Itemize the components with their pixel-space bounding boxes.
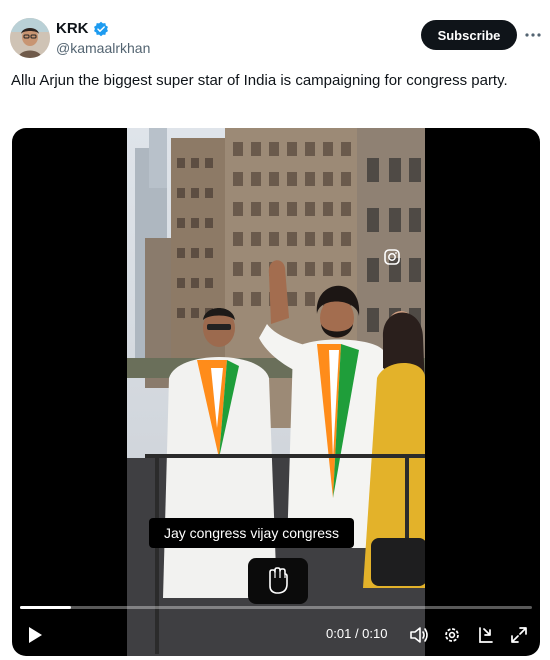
- tweet-header: KRK @kamaalrkhan Subscribe: [10, 16, 541, 60]
- fist-sticker-icon: [248, 558, 308, 604]
- progress-fill: [20, 606, 72, 609]
- more-icon[interactable]: [522, 24, 544, 46]
- fullscreen-icon[interactable]: [508, 624, 530, 646]
- play-icon[interactable]: [24, 624, 46, 646]
- current-time: 0:01: [326, 626, 352, 641]
- progress-bar[interactable]: [20, 606, 532, 609]
- avatar[interactable]: [10, 18, 50, 58]
- video-controls: 0:01 / 0:10: [12, 618, 540, 652]
- download-icon[interactable]: [475, 624, 497, 646]
- video-player[interactable]: Jay congress vijay congress 0:01 / 0:10: [12, 128, 540, 656]
- time-display: 0:01 / 0:10: [326, 626, 387, 641]
- tweet-text: Allu Arjun the biggest super star of Ind…: [11, 72, 508, 89]
- duration: 0:10: [362, 626, 388, 641]
- tweet-card[interactable]: KRK @kamaalrkhan Subscribe Allu Arjun th…: [0, 0, 550, 660]
- verified-badge-icon: [93, 21, 108, 36]
- author-info: KRK @kamaalrkhan: [56, 20, 150, 56]
- display-name[interactable]: KRK: [56, 20, 89, 37]
- settings-icon[interactable]: [441, 624, 463, 646]
- video-caption: Jay congress vijay congress: [149, 518, 354, 548]
- subscribe-button[interactable]: Subscribe: [421, 20, 517, 50]
- handle[interactable]: @kamaalrkhan: [56, 40, 150, 56]
- volume-icon[interactable]: [408, 624, 430, 646]
